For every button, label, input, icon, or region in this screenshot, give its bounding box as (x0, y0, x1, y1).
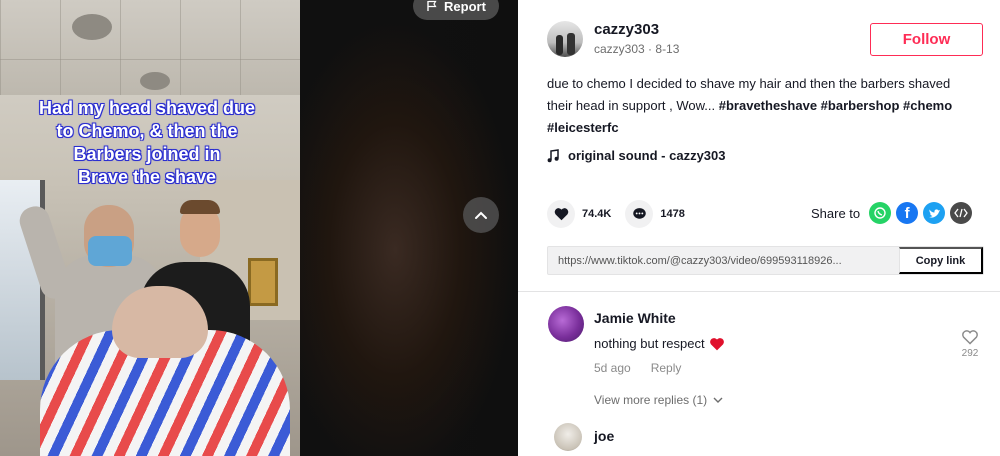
facebook-icon[interactable]: f (896, 202, 919, 224)
face-mask (88, 236, 132, 266)
comment-body: nothing but respect (594, 336, 705, 351)
author-handle: cazzy303 (594, 42, 645, 56)
author-subline: cazzy303 · 8-13 (594, 42, 679, 56)
commenter-name[interactable]: Jamie White (594, 310, 676, 326)
commenter-avatar[interactable] (554, 423, 582, 451)
heart-outline-icon (962, 330, 978, 345)
wall-frame (248, 258, 278, 306)
sound-label: original sound - cazzy303 (568, 148, 726, 163)
embed-icon[interactable] (950, 202, 973, 224)
like-count: 74.4K (582, 208, 612, 220)
video-url[interactable]: https://www.tiktok.com/@cazzy303/video/6… (548, 247, 899, 274)
share-row: Share to f (811, 202, 973, 224)
comment-like-button[interactable] (958, 329, 982, 350)
share-label: Share to (811, 205, 861, 221)
previous-video-button[interactable] (463, 197, 499, 233)
comment-count: 1478 (660, 208, 685, 220)
hashtag[interactable]: #chemo (903, 98, 952, 113)
follow-button[interactable]: Follow (870, 23, 983, 56)
comment-icon (633, 208, 646, 219)
author-avatar[interactable] (547, 21, 583, 57)
hashtag[interactable]: #bravetheshave (719, 98, 817, 113)
ceiling-light (72, 14, 112, 40)
commenter-name[interactable]: joe (594, 428, 614, 444)
reply-button[interactable]: Reply (651, 361, 682, 375)
view-replies-label: View more replies (1) (594, 393, 708, 407)
comment-time: 5d ago (594, 361, 631, 375)
post-date: 8-13 (655, 42, 680, 56)
twitter-icon[interactable] (923, 202, 946, 224)
divider (518, 291, 1000, 292)
author-username[interactable]: cazzy303 (594, 21, 659, 38)
report-label: Report (444, 0, 486, 14)
copy-link-row: https://www.tiktok.com/@cazzy303/video/6… (547, 246, 984, 275)
red-heart-icon (709, 337, 724, 350)
report-button[interactable]: Report (413, 0, 499, 20)
copy-link-button[interactable]: Copy link (899, 247, 983, 274)
engagement-stats: 74.4K 1478 (547, 200, 699, 228)
comment-like-count: 292 (961, 348, 979, 359)
video-frame[interactable]: Had my head shaved due to Chemo, & then … (0, 0, 300, 456)
music-note-icon (547, 148, 559, 162)
sound-link[interactable]: original sound - cazzy303 (547, 148, 726, 163)
barber-two-hair (180, 200, 220, 214)
chevron-up-icon (475, 211, 487, 219)
view-more-replies[interactable]: View more replies (1) (594, 393, 723, 407)
commenter-avatar[interactable] (548, 306, 584, 342)
video-caption: Had my head shaved due to Chemo, & then … (38, 98, 256, 187)
comment-text: nothing but respect (594, 336, 725, 351)
client-head (112, 286, 208, 358)
hashtag[interactable]: #barbershop (821, 98, 900, 113)
flag-icon (427, 0, 437, 11)
hashtag[interactable]: #leicesterfc (547, 120, 619, 135)
like-button[interactable] (547, 200, 575, 228)
details-panel: cazzy303 cazzy303 · 8-13 Follow due to c… (518, 0, 1000, 456)
comment-button[interactable] (625, 200, 654, 228)
chevron-down-icon (713, 397, 723, 403)
heart-icon (554, 208, 568, 221)
video-description: due to chemo I decided to shave my hair … (547, 73, 977, 139)
video-panel[interactable]: Had my head shaved due to Chemo, & then … (0, 0, 518, 456)
whatsapp-icon[interactable] (869, 202, 892, 224)
comment-meta: 5d ago Reply (594, 361, 681, 375)
ceiling-light (140, 72, 170, 90)
